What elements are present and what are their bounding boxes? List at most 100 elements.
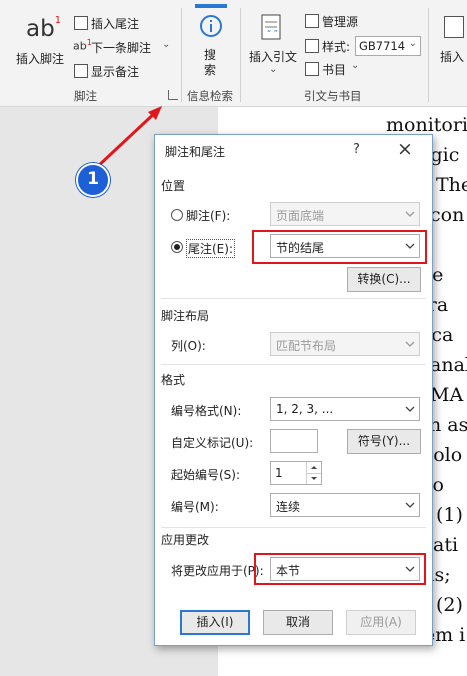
citation-style-row: 样式: GB7714 ⌄ — [303, 36, 423, 56]
symbol-button[interactable]: 符号(Y)... — [347, 429, 421, 454]
number-format-select[interactable]: 1, 2, 3, ... — [270, 397, 420, 421]
chevron-down-icon — [405, 341, 415, 347]
manage-sources-button[interactable]: 管理源 — [303, 12, 373, 30]
svg-text:“ ”: “ ” — [267, 29, 278, 38]
bibliography-icon — [305, 62, 319, 76]
columns-label: 列(O): — [171, 339, 206, 353]
insert-endnote-button[interactable]: 插入尾注 — [72, 14, 172, 32]
show-notes-label: 显示备注 — [91, 65, 140, 79]
chevron-down-icon — [405, 211, 415, 217]
custom-mark-input[interactable] — [270, 429, 318, 453]
spinner-down-arrow — [311, 477, 317, 480]
manage-sources-label: 管理源 — [322, 15, 359, 29]
endnote-icon — [74, 16, 88, 30]
document-line: monitori — [386, 114, 467, 136]
start-at-value: 1 — [275, 466, 283, 480]
start-at-spinner[interactable]: 1 — [270, 461, 322, 485]
chevron-down-icon — [405, 406, 415, 412]
document-line: MA — [430, 384, 464, 406]
cancel-button[interactable]: 取消 — [263, 610, 333, 635]
apply-to-highlight-box — [254, 553, 426, 585]
layout-section-title: 脚注布局 — [161, 309, 210, 323]
search-button[interactable]: 搜索 — [193, 8, 229, 78]
style-icon — [305, 39, 319, 53]
group-divider — [181, 8, 182, 102]
caption-icon — [444, 16, 464, 38]
footnote-location-select[interactable]: 页面底端 — [270, 202, 420, 226]
research-group-label: 信息检索 — [187, 89, 233, 103]
numbering-select[interactable]: 连续 — [270, 493, 420, 517]
insert-caption-button[interactable]: 插入 — [436, 10, 467, 80]
columns-select[interactable]: 匹配节布局 — [270, 332, 420, 356]
document-line: anal — [430, 354, 467, 376]
footnote-ab-icon: ab1 — [26, 15, 62, 42]
bibliography-button[interactable]: 书目 ⌄ — [303, 60, 373, 78]
insert-button[interactable]: 插入(I) — [180, 610, 250, 635]
apply-section-title: 应用更改 — [161, 533, 210, 547]
section-divider — [161, 364, 426, 365]
start-at-label: 起始编号(S): — [171, 468, 241, 482]
citation-icon: “ ” — [261, 14, 281, 40]
style-select-value: GB7714 — [359, 39, 406, 53]
number-format-value: 1, 2, 3, ... — [276, 402, 334, 416]
footnote-label: 脚注(F): — [186, 209, 231, 223]
next-footnote-icon: ab1 — [73, 38, 92, 53]
footnote-radio[interactable] — [171, 209, 183, 221]
number-format-label: 编号格式(N): — [171, 404, 242, 418]
chevron-down-icon — [405, 502, 415, 508]
chevron-down-icon: ⌄ — [408, 38, 417, 49]
chevron-down-icon: ⌄ — [269, 64, 278, 75]
document-line: The — [436, 174, 467, 196]
chevron-down-icon: ⌄ — [162, 39, 171, 50]
citations-group-label: 引文与书目 — [304, 89, 362, 103]
dialog-title: 脚注和尾注 — [165, 145, 226, 159]
section-divider — [161, 298, 426, 299]
insert-citation-button[interactable]: “ ” 插入引文 ⌄ — [247, 10, 299, 80]
info-search-icon — [200, 15, 222, 37]
document-line: con — [430, 204, 465, 226]
location-section-title: 位置 — [161, 179, 186, 193]
insert-caption-label: 插入 — [440, 50, 465, 64]
bibliography-label: 书目 — [322, 63, 347, 77]
ribbon: ab1 插入脚注 插入尾注 ab1 下一条脚注 ⌄ 显示备注 脚注 搜索 信息检… — [0, 0, 467, 107]
format-section-title: 格式 — [161, 373, 186, 387]
group-divider — [428, 8, 429, 102]
section-divider — [161, 527, 426, 528]
group-divider — [240, 8, 241, 102]
convert-button[interactable]: 转换(C)... — [347, 267, 421, 292]
dialog-titlebar[interactable]: 脚注和尾注 ? × — [155, 135, 432, 165]
dialog-launcher-icon[interactable] — [168, 90, 178, 100]
document-line: n as — [429, 414, 467, 436]
callout-badge: 1 — [76, 163, 110, 197]
show-notes-icon — [74, 64, 88, 78]
insert-footnote-button[interactable]: ab1 插入脚注 — [14, 6, 70, 74]
search-label: 搜索 — [204, 48, 217, 77]
endnote-highlight-box — [252, 230, 427, 264]
endnote-label: 尾注(E): — [186, 239, 235, 258]
custom-mark-label: 自定义标记(U): — [171, 436, 254, 450]
insert-footnote-label: 插入脚注 — [16, 52, 65, 66]
close-button[interactable]: × — [397, 138, 413, 160]
insert-endnote-label: 插入尾注 — [91, 17, 140, 31]
apply-button[interactable]: 应用(A) — [346, 610, 416, 635]
manage-sources-icon — [305, 14, 319, 28]
apply-to-label: 将更改应用于(P): — [171, 564, 264, 578]
footnote-endnote-dialog: 脚注和尾注 ? × 位置 脚注(F): 页面底端 尾注(E): 节的结尾 转换(… — [154, 134, 433, 646]
numbering-value: 连续 — [276, 500, 301, 514]
next-footnote-label: 下一条脚注 — [91, 41, 152, 55]
endnote-radio[interactable] — [171, 241, 183, 253]
spinner-down-icon[interactable] — [306, 473, 321, 484]
style-select[interactable]: GB7714 ⌄ — [355, 36, 421, 56]
columns-value: 匹配节布局 — [276, 339, 337, 353]
document-line: (1) — [436, 504, 463, 526]
document-line: (2) — [436, 594, 463, 616]
callout-number: 1 — [87, 169, 99, 189]
footnote-location-value: 页面底端 — [276, 209, 325, 223]
chevron-down-icon: ⌄ — [351, 60, 360, 71]
numbering-label: 编号(M): — [171, 500, 219, 514]
next-footnote-button[interactable]: ab1 下一条脚注 ⌄ — [72, 38, 180, 56]
help-button[interactable]: ? — [353, 142, 360, 157]
insert-citation-label: 插入引文 — [249, 50, 298, 64]
style-label: 样式: — [322, 40, 351, 54]
show-notes-button[interactable]: 显示备注 — [72, 62, 172, 80]
